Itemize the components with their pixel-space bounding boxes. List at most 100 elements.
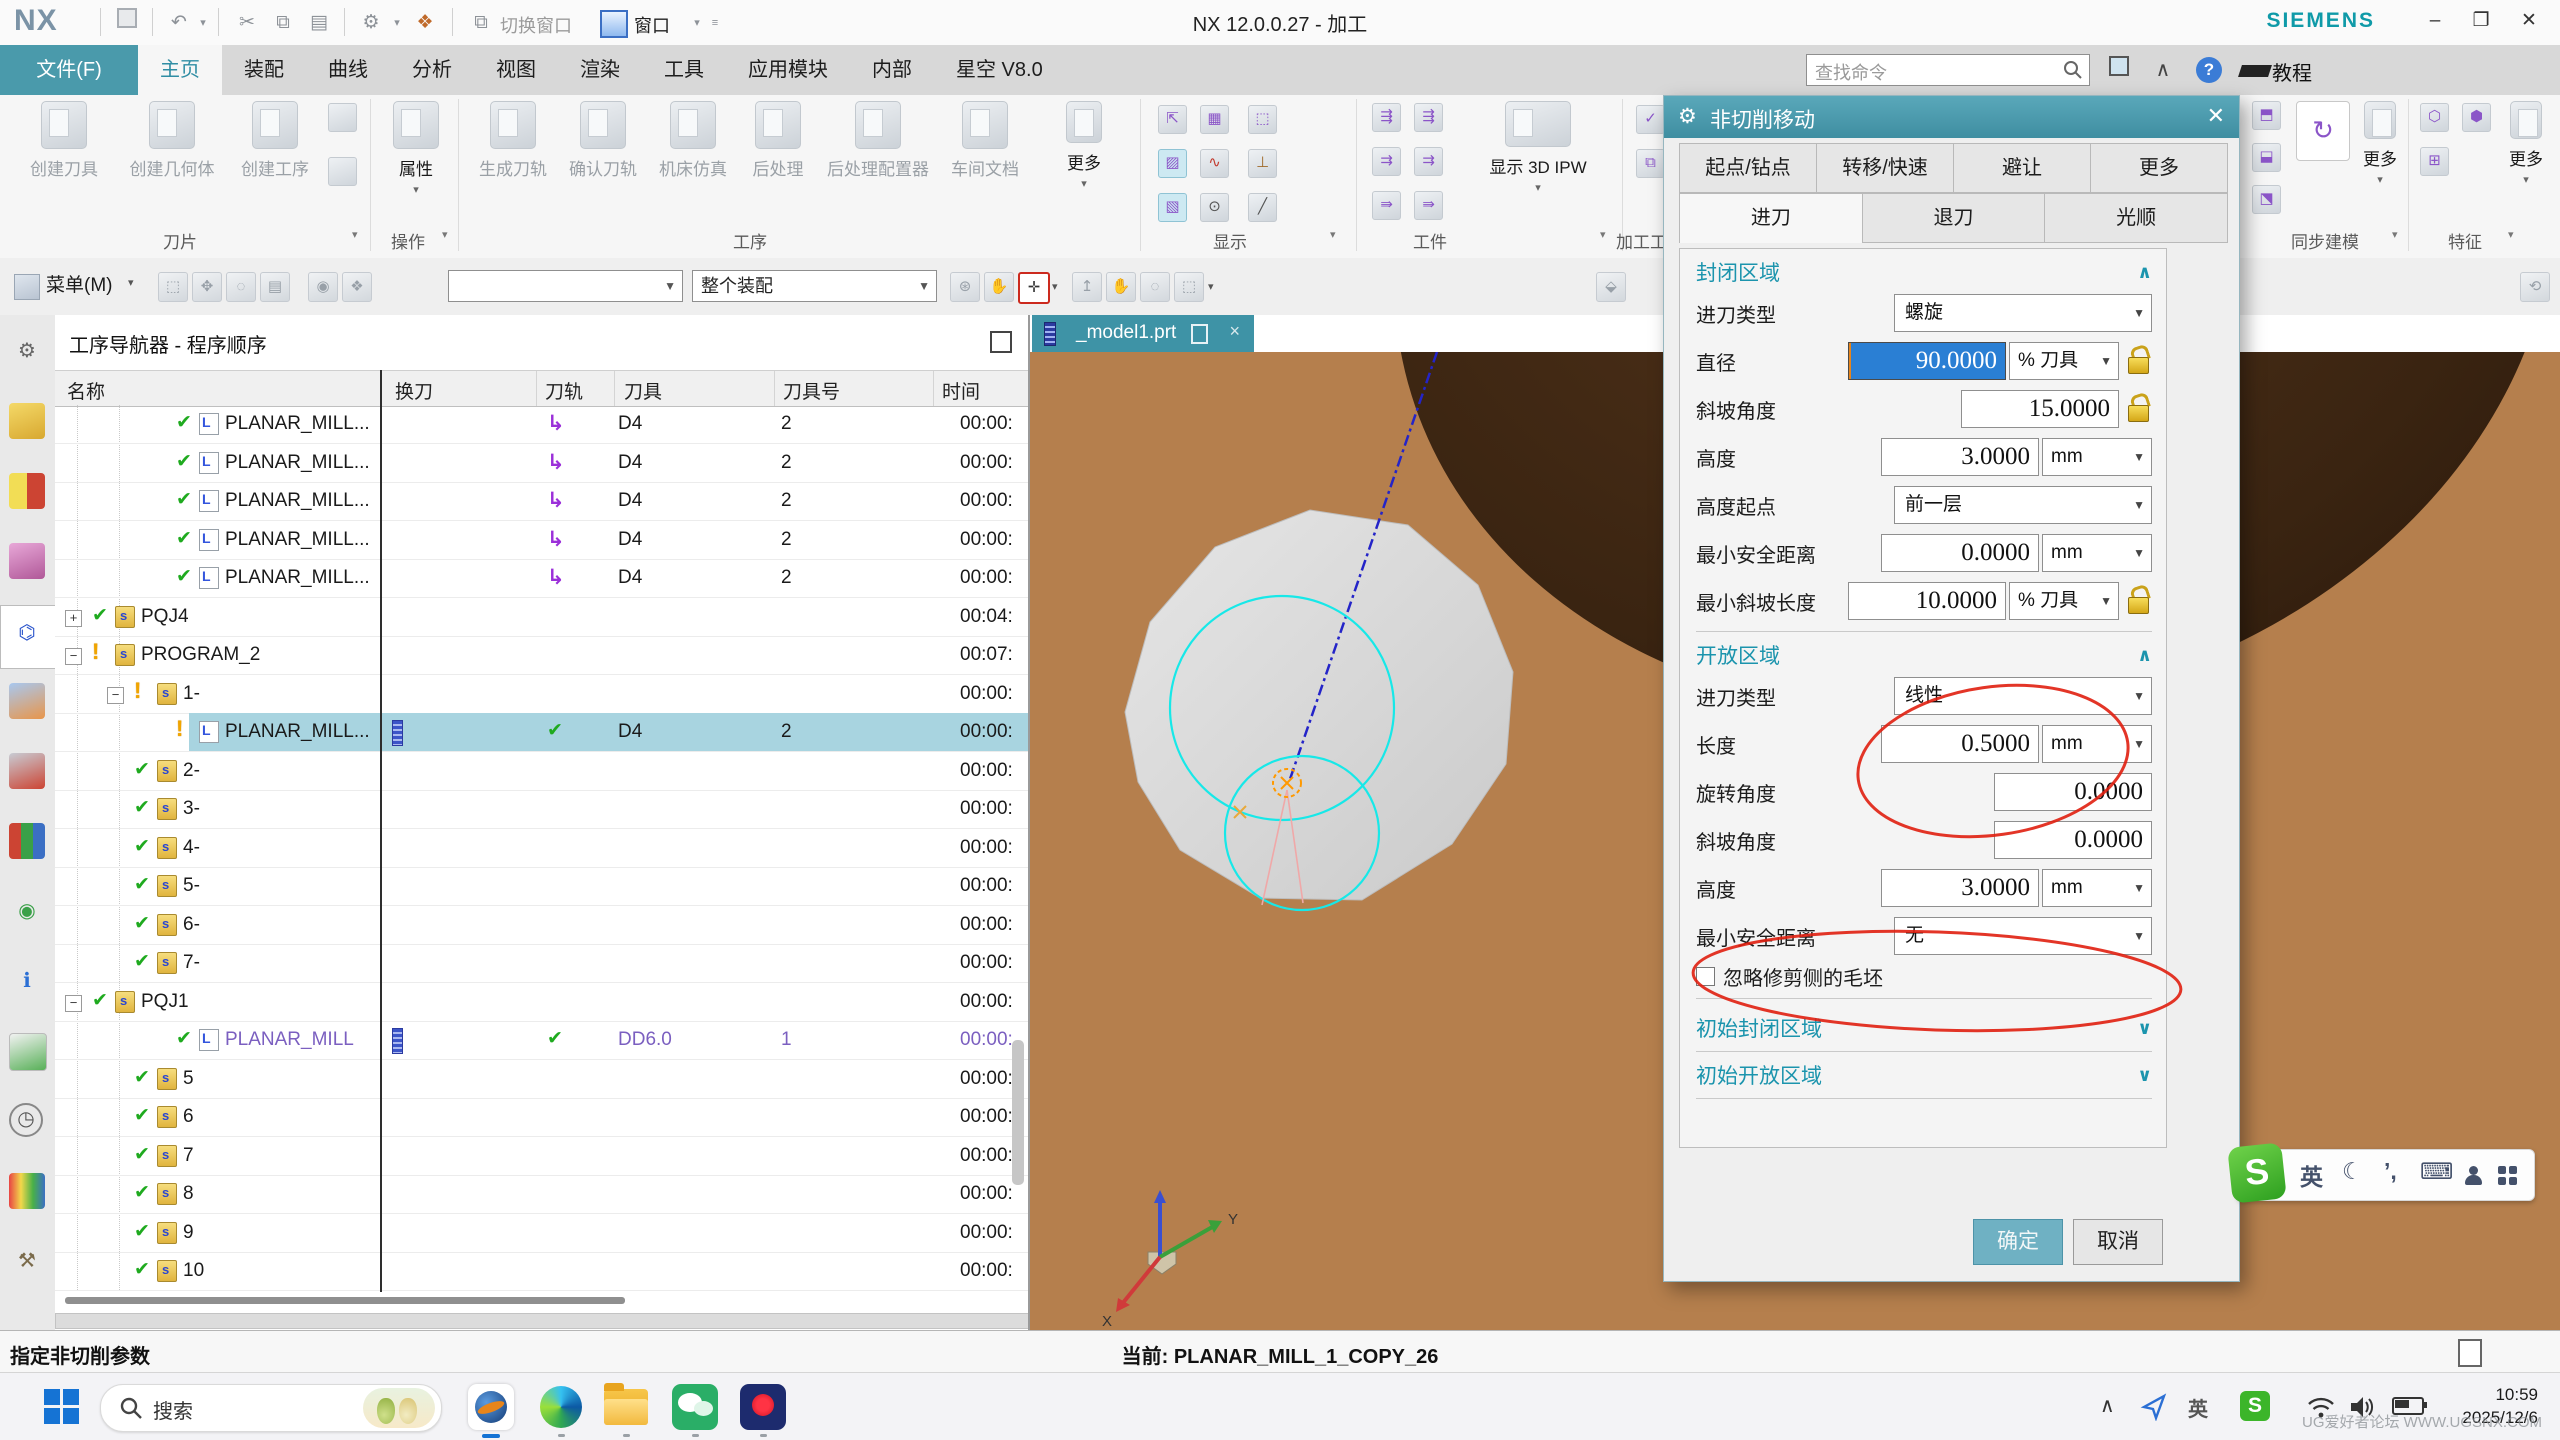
properties-button[interactable]: 属性▾ bbox=[382, 101, 450, 198]
horizontal-scrollbar-track[interactable] bbox=[55, 1313, 1030, 1329]
chevron-down-icon[interactable]: ▾ bbox=[128, 276, 134, 289]
palette-icon[interactable] bbox=[9, 1173, 45, 1209]
feature-icon[interactable]: ⬡ bbox=[2420, 103, 2449, 132]
tab-close-icon[interactable]: × bbox=[1229, 321, 1240, 342]
section-header-初始开放区域[interactable]: 初始开放区域∨ bbox=[1696, 1052, 2152, 1099]
refresh-icon[interactable]: ↻ bbox=[2296, 101, 2350, 161]
constraint-navigator-icon[interactable] bbox=[9, 473, 45, 509]
tree-expander[interactable]: − bbox=[65, 995, 82, 1012]
table-row[interactable]: !LPLANAR_MILL...✔D4200:00: bbox=[55, 713, 1028, 752]
table-row[interactable]: ✔s900:00: bbox=[55, 1214, 1028, 1253]
snap-point-icon-active[interactable]: ✛ bbox=[1018, 272, 1050, 304]
close-button[interactable]: ✕ bbox=[2512, 6, 2546, 36]
chevron-down-icon[interactable]: ▼ bbox=[2133, 726, 2145, 762]
scope-combo[interactable]: 整个装配▼ bbox=[692, 270, 937, 302]
chevron-down-icon[interactable]: ▼ bbox=[2133, 439, 2145, 475]
workpiece-nav-icon[interactable]: ⇶ bbox=[1414, 103, 1443, 132]
tab-星空 V8.0[interactable]: 星空 V8.0 bbox=[934, 45, 1065, 95]
field-value-input[interactable]: 3.0000 bbox=[1881, 869, 2039, 907]
field-value-input[interactable]: 0.5000 bbox=[1881, 725, 2039, 763]
column-toolpath[interactable]: 刀轨 bbox=[545, 377, 583, 404]
snap-icon[interactable]: ↥ bbox=[1072, 272, 1102, 302]
tab-曲线[interactable]: 曲线 bbox=[306, 45, 390, 95]
column-toolchange[interactable]: 换刀 bbox=[395, 377, 433, 404]
machining-tool-icon[interactable]: ⧉ bbox=[1636, 149, 1665, 178]
type-filter-combo[interactable]: ▼ bbox=[448, 270, 683, 302]
toolbar-overflow-icon[interactable]: ⟲ bbox=[2520, 272, 2550, 302]
horizontal-scrollbar-thumb[interactable] bbox=[65, 1297, 625, 1304]
start-button[interactable] bbox=[44, 1389, 80, 1425]
table-row[interactable]: ✔LPLANAR_MILL...↳D4200:00: bbox=[55, 405, 1028, 444]
field-value-input[interactable]: 0.0000 bbox=[1994, 773, 2152, 811]
column-time[interactable]: 时间 bbox=[942, 377, 980, 404]
machine-tool-view-icon[interactable] bbox=[9, 683, 45, 719]
dialog-tab-光顺[interactable]: 光顺 bbox=[2044, 193, 2228, 243]
search-highlight-image[interactable] bbox=[363, 1388, 435, 1428]
help-icon[interactable]: ? bbox=[2196, 57, 2222, 83]
workpiece-nav-icon[interactable]: ⇛ bbox=[1414, 191, 1443, 220]
chevron-down-icon[interactable]: ▼ bbox=[2133, 870, 2145, 906]
field-value-input[interactable]: 15.0000 bbox=[1961, 390, 2119, 428]
sogou-ime-bar[interactable]: S 英 ☾ ’, ⌨ bbox=[2237, 1149, 2535, 1201]
chevron-down-icon[interactable]: ▼ bbox=[2133, 295, 2145, 331]
file-menu-button[interactable]: 文件(F) bbox=[0, 45, 138, 95]
chevron-down-icon[interactable]: ▼ bbox=[2133, 918, 2145, 954]
collapse-chevron-icon[interactable]: ∧ bbox=[2137, 262, 2152, 283]
moon-icon[interactable]: ☾ bbox=[2342, 1158, 2363, 1185]
chevron-down-icon[interactable]: ▾ bbox=[2523, 174, 2529, 186]
vertical-scrollbar-thumb[interactable] bbox=[1012, 1040, 1024, 1185]
table-row[interactable]: ✔s3-00:00: bbox=[55, 790, 1028, 829]
tray-sogou-icon[interactable]: S bbox=[2240, 1391, 2270, 1421]
tray-expand-icon[interactable]: ∧ bbox=[2100, 1393, 2115, 1418]
table-row[interactable]: ✔s1000:00: bbox=[55, 1252, 1028, 1291]
lock-icon[interactable] bbox=[2126, 586, 2152, 616]
create-geometry-button[interactable]: 创建几何体 bbox=[120, 101, 224, 180]
restore-button[interactable]: ❐ bbox=[2464, 6, 2498, 36]
undock-icon[interactable] bbox=[990, 331, 1012, 353]
field-value-input[interactable]: 10.0000 bbox=[1848, 582, 2006, 620]
group-dialog-launcher-icon[interactable]: ▾ bbox=[442, 228, 448, 241]
tab-分析[interactable]: 分析 bbox=[390, 45, 474, 95]
column-tool[interactable]: 刀具 bbox=[624, 377, 662, 404]
table-row[interactable]: ✔s4-00:00: bbox=[55, 829, 1028, 868]
field-unit-dropdown[interactable]: mm▼ bbox=[2042, 725, 2152, 763]
table-row[interactable]: ✔LPLANAR_MILL...↳D4200:00: bbox=[55, 482, 1028, 521]
dialog-tab-起点/钻点[interactable]: 起点/钻点 bbox=[1679, 143, 1817, 193]
table-row[interactable]: −!sPROGRAM_200:07: bbox=[55, 636, 1028, 675]
checkbox[interactable] bbox=[1696, 967, 1715, 986]
chevron-down-icon[interactable]: ▼ bbox=[2133, 487, 2145, 523]
full-screen-icon[interactable] bbox=[2102, 54, 2136, 86]
machine-simulation-button[interactable]: 机床仿真 bbox=[650, 101, 736, 180]
create-tool-button[interactable]: 创建刀具 bbox=[14, 101, 114, 180]
table-row[interactable]: ✔s600:00: bbox=[55, 1098, 1028, 1137]
history-clock-icon[interactable]: ◷ bbox=[9, 1103, 43, 1137]
clipboard-icon[interactable] bbox=[2458, 1339, 2482, 1367]
selection-filter-icon[interactable]: ◉ bbox=[308, 272, 338, 302]
assembly-navigator-icon[interactable] bbox=[9, 403, 45, 439]
taskbar-search[interactable]: 搜索 bbox=[100, 1384, 442, 1432]
tray-ime-lang[interactable]: 英 bbox=[2188, 1393, 2208, 1422]
selection-filter-icon[interactable]: ⬚ bbox=[158, 272, 188, 302]
workpiece-nav-icon[interactable]: ⇛ bbox=[1372, 191, 1401, 220]
roles-gear-icon[interactable]: ⚙ bbox=[9, 333, 45, 369]
table-row[interactable]: ✔s6-00:00: bbox=[55, 906, 1028, 945]
tree-expander[interactable]: − bbox=[65, 648, 82, 665]
chevron-down-icon[interactable]: ▾ bbox=[413, 184, 419, 196]
table-row[interactable]: ✔LPLANAR_MILL...↳D4200:00: bbox=[55, 521, 1028, 560]
table-row[interactable]: ✔s2-00:00: bbox=[55, 752, 1028, 791]
cancel-button[interactable]: 取消 bbox=[2073, 1219, 2163, 1265]
sync-modeling-icon[interactable]: ⬒ bbox=[2252, 101, 2281, 130]
tool-display-icon[interactable]: ⊥ bbox=[1248, 149, 1277, 178]
spline-icon[interactable]: ∿ bbox=[1200, 149, 1229, 178]
sync-modeling-icon[interactable]: ⬓ bbox=[2252, 143, 2281, 172]
chevron-down-icon[interactable]: ▼ bbox=[2100, 583, 2112, 619]
part-tab[interactable]: _model1.prt × bbox=[1032, 315, 1254, 352]
dialog-tab-更多[interactable]: 更多 bbox=[2090, 143, 2228, 193]
sync-modeling-icon[interactable]: ⬔ bbox=[2252, 185, 2281, 214]
chevron-down-icon[interactable]: ▾ bbox=[1535, 182, 1541, 194]
field-dropdown[interactable]: 螺旋▼ bbox=[1894, 294, 2152, 332]
ignore-trim-stock-checkbox-row[interactable]: 忽略修剪侧的毛坯 bbox=[1696, 960, 2152, 992]
display-option-icon[interactable]: ⇱ bbox=[1158, 105, 1187, 134]
chevron-down-icon[interactable]: ▾ bbox=[2377, 174, 2383, 186]
collapse-chevron-icon[interactable]: ∧ bbox=[2137, 645, 2152, 666]
